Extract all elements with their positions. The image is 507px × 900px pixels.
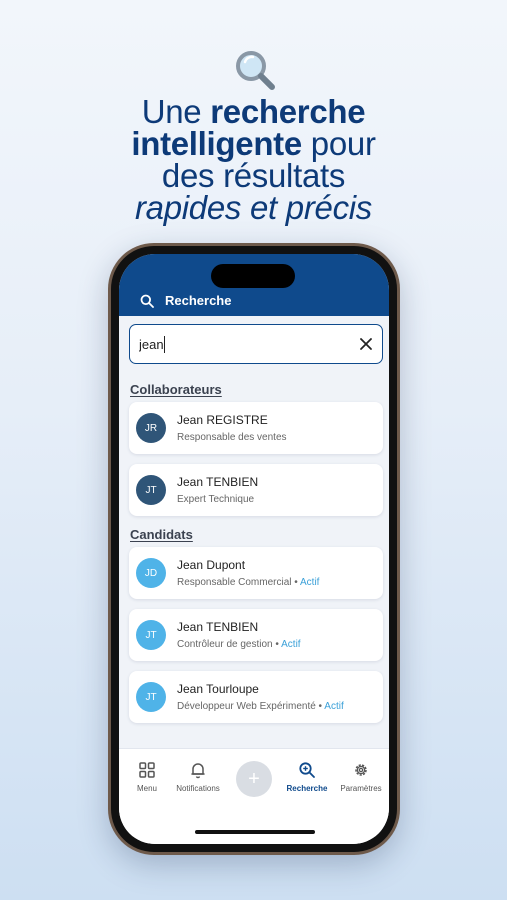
avatar: JT (136, 620, 166, 650)
tab-label: Recherche (286, 784, 328, 793)
text-caret (164, 336, 165, 353)
person-name: Jean Tourloupe (177, 682, 259, 696)
promo-headline: Une recherche intelligente pour des résu… (131, 93, 376, 226)
status-badge: Actif (281, 639, 301, 650)
list-item[interactable]: JT Jean TENBIEN Expert Technique (129, 464, 383, 516)
tab-menu[interactable]: Menu (119, 761, 175, 793)
page-title: Recherche (165, 293, 232, 308)
section-title-collaborators: Collaborateurs (130, 382, 222, 397)
tab-label: Menu (136, 784, 157, 793)
avatar: JR (136, 413, 166, 443)
plus-icon: + (248, 767, 260, 790)
search-icon (299, 762, 315, 778)
tab-settings[interactable]: Paramètres (333, 761, 389, 793)
person-role: Responsable Commercial • Actif (177, 577, 320, 588)
search-icon (140, 294, 154, 308)
person-name: Jean REGISTRE (177, 413, 268, 427)
tab-label: Notifications (176, 784, 220, 793)
app-screen: Recherche Collaborateurs JR Jean REGISTR… (119, 254, 389, 844)
person-name: Jean TENBIEN (177, 620, 259, 634)
close-icon[interactable] (359, 337, 373, 351)
person-role: Développeur Web Expérimenté • Actif (177, 701, 344, 712)
list-item[interactable]: JR Jean REGISTRE Responsable des ventes (129, 402, 383, 454)
person-role: Expert Technique (177, 494, 255, 505)
phone-frame: Recherche Collaborateurs JR Jean REGISTR… (108, 243, 400, 855)
person-role: Responsable des ventes (177, 432, 287, 443)
bell-icon (191, 763, 205, 779)
avatar: JT (136, 475, 166, 505)
gear-icon (355, 764, 367, 776)
status-badge: Actif (300, 577, 320, 588)
tab-label: Paramètres (340, 784, 382, 793)
list-item[interactable]: JT Jean TENBIEN Contrôleur de gestion • … (129, 609, 383, 661)
grid-icon (139, 762, 155, 778)
add-button[interactable]: + (236, 761, 272, 797)
section-title-candidates: Candidats (130, 527, 193, 542)
person-name: Jean Dupont (177, 558, 246, 572)
magnifier-icon (236, 51, 275, 90)
search-field[interactable] (129, 324, 383, 364)
list-item[interactable]: JT Jean Tourloupe Développeur Web Expéri… (129, 671, 383, 723)
search-input[interactable] (139, 335, 339, 353)
person-name: Jean TENBIEN (177, 475, 259, 489)
bottom-tab-bar: Menu Notifications + Recherche Paramètre… (119, 748, 389, 844)
avatar: JT (136, 682, 166, 712)
person-role: Contrôleur de gestion • Actif (177, 639, 301, 650)
avatar: JD (136, 558, 166, 588)
dynamic-island (211, 264, 295, 288)
home-indicator (195, 830, 315, 834)
list-item[interactable]: JD Jean Dupont Responsable Commercial • … (129, 547, 383, 599)
tab-notifications[interactable]: Notifications (170, 761, 226, 793)
status-badge: Actif (324, 701, 344, 712)
tab-search[interactable]: Recherche (279, 761, 335, 793)
